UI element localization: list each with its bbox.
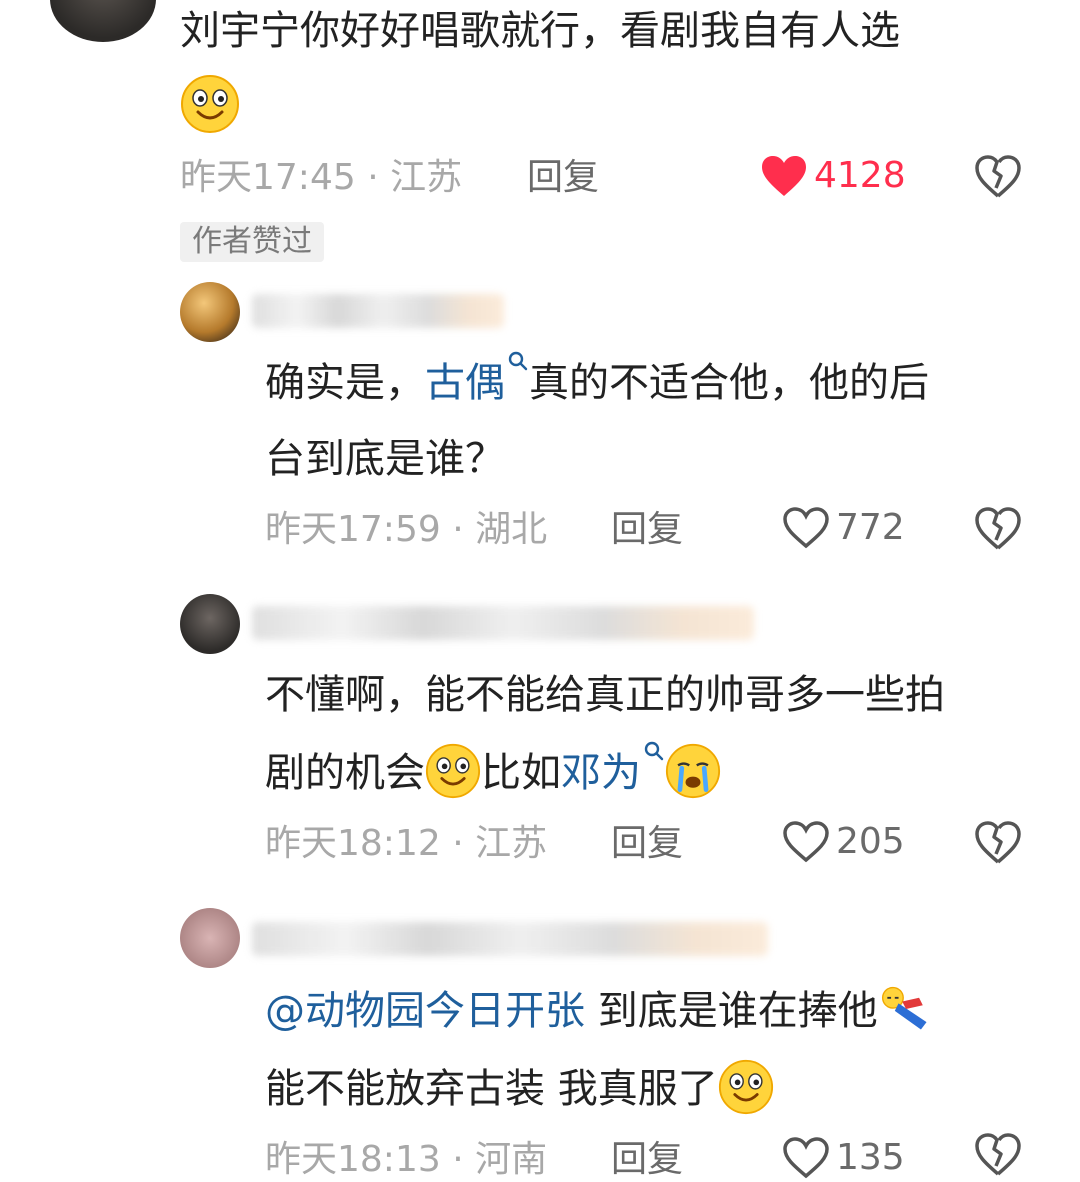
broken-heart-icon[interactable] (974, 1132, 1022, 1178)
username-blurred[interactable] (252, 606, 754, 640)
like-count: 772 (836, 507, 905, 548)
avatar[interactable] (180, 594, 240, 654)
comment-meta: 昨天18:13 · 河南 (265, 1139, 548, 1180)
smiling-emoji (180, 74, 240, 134)
broken-heart-icon[interactable] (974, 820, 1022, 866)
search-icon (508, 351, 528, 371)
reply-button[interactable]: 回复 (611, 822, 683, 866)
comment-meta: 昨天17:59 · 湖北 (265, 509, 548, 550)
reply-button[interactable]: 回复 (527, 156, 599, 200)
like-button[interactable]: 135 (782, 1136, 905, 1180)
user-mention[interactable]: @动物园今日开张 (265, 988, 585, 1034)
search-icon (644, 741, 664, 761)
like-count: 4128 (814, 155, 906, 196)
broken-heart-icon[interactable] (974, 506, 1022, 552)
comment-meta: 昨天18:12 · 江苏 (265, 823, 548, 864)
comment-meta: 昨天17:45 · 江苏 (180, 157, 463, 198)
reply-button[interactable]: 回复 (611, 508, 683, 552)
like-button[interactable]: 772 (782, 506, 905, 550)
smiling-emoji (425, 743, 481, 799)
lying-down-emoji (881, 986, 927, 1030)
comment-text-line2: 剧的机会 比如邓为 (265, 734, 721, 812)
avatar[interactable] (50, 0, 156, 42)
comment-text: 不懂啊，能不能给真正的帅哥多一些拍 (265, 672, 945, 718)
heart-outline-icon (783, 821, 829, 863)
username-blurred[interactable] (252, 922, 768, 956)
like-count: 135 (836, 1137, 905, 1178)
heart-filled-icon (762, 156, 806, 196)
heart-outline-icon (783, 1137, 829, 1179)
comment-text-line2: 能不能放弃古装 我真服了 (265, 1050, 774, 1128)
heart-outline-icon (783, 507, 829, 549)
smiling-emoji (718, 1059, 773, 1115)
comment-text: @动物园今日开张 到底是谁在捧他 (265, 972, 934, 1050)
comment-text-line2: 台到底是谁？ (265, 436, 505, 482)
crying-emoji (665, 743, 721, 799)
broken-heart-icon[interactable] (974, 154, 1022, 200)
avatar[interactable] (180, 908, 240, 968)
search-link[interactable]: 邓为 (561, 750, 641, 796)
author-liked-badge: 作者赞过 (180, 222, 324, 262)
like-count: 205 (836, 821, 905, 862)
comment-text: 刘宇宁你好好唱歌就行，看剧我自有人选 (180, 8, 900, 54)
search-link[interactable]: 古偶 (425, 360, 505, 406)
username-blurred[interactable] (252, 294, 504, 328)
like-button[interactable]: 205 (782, 820, 905, 864)
reply-button[interactable]: 回复 (611, 1138, 683, 1182)
avatar[interactable] (180, 282, 240, 342)
like-button[interactable]: 4128 (760, 154, 906, 198)
comment-text: 确实是，古偶 真的不适合他，他的后 (265, 344, 929, 422)
